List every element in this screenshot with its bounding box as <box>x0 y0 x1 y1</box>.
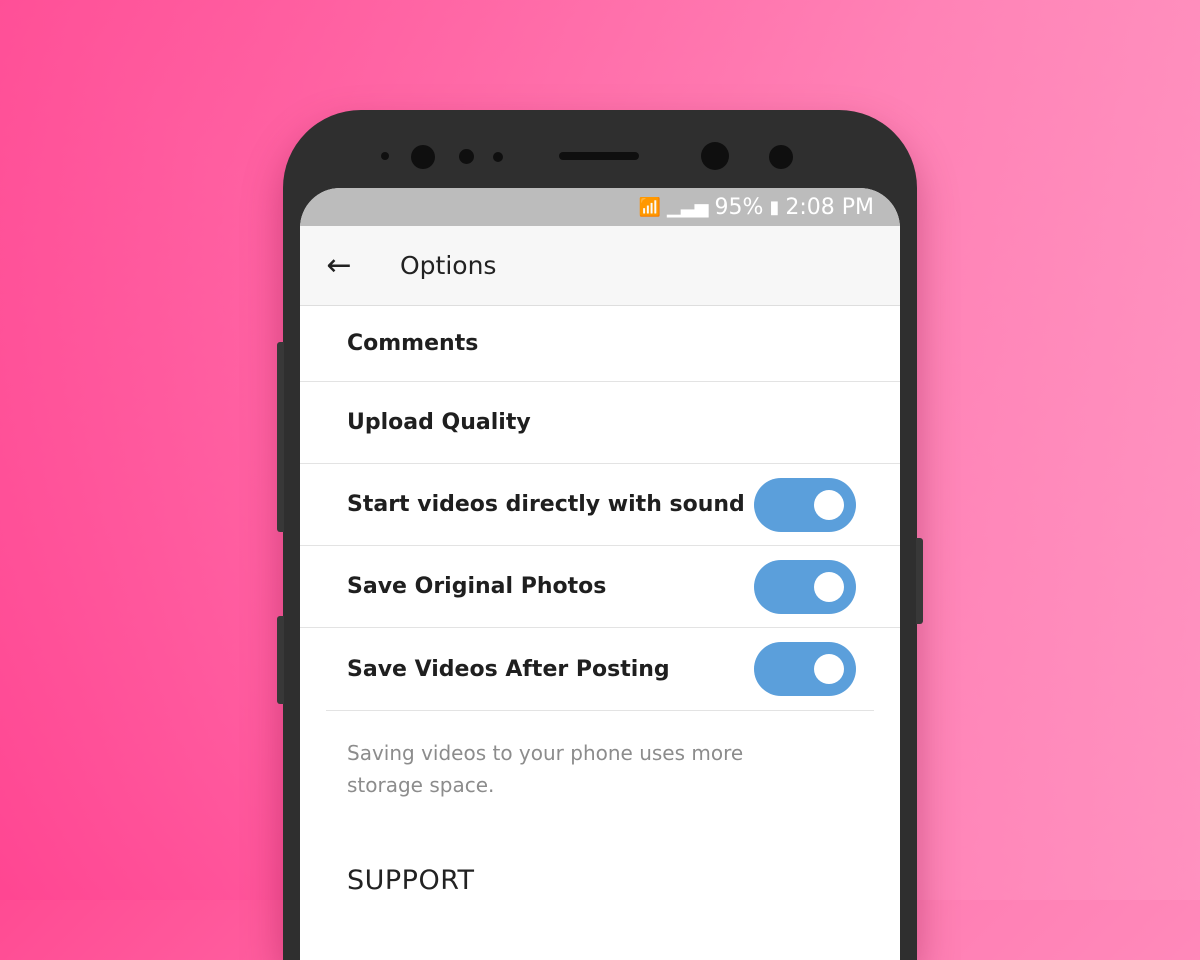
upload-quality-label: Upload Quality <box>347 410 531 435</box>
storage-note: Saving videos to your phone uses more st… <box>347 741 744 797</box>
wifi-icon: 📶 <box>638 196 661 218</box>
page-title: Options <box>400 251 497 280</box>
battery-icon: ▮ <box>769 196 780 218</box>
upload-quality-row[interactable]: Upload Quality <box>300 382 900 464</box>
support-section-header: SUPPORT <box>347 865 475 896</box>
sensor-dot <box>459 149 474 164</box>
save-videos-after-posting-row[interactable]: Save Videos After Posting <box>300 628 900 710</box>
iris-sensor <box>769 145 793 169</box>
bixby-button <box>277 616 284 704</box>
app-bar: ← Options <box>300 226 900 306</box>
volume-button <box>277 342 284 532</box>
save-original-photos-row[interactable]: Save Original Photos <box>300 546 900 628</box>
save-videos-after-posting-toggle[interactable] <box>754 642 856 696</box>
status-bar: 📶 ▁▃▅ 95% ▮ 2:08 PM <box>300 188 900 226</box>
signal-icon: ▁▃▅ <box>667 196 709 218</box>
comments-row[interactable]: Comments <box>300 306 900 382</box>
comments-label: Comments <box>347 331 479 356</box>
power-button <box>916 538 923 624</box>
sensor-dot <box>493 152 503 162</box>
back-arrow-icon[interactable]: ← <box>300 248 378 283</box>
save-videos-after-posting-label: Save Videos After Posting <box>347 656 670 682</box>
toggle-knob <box>814 571 844 602</box>
battery-percentage: 95% <box>714 194 764 220</box>
start-videos-sound-toggle[interactable] <box>754 477 856 532</box>
earpiece-speaker <box>559 152 639 160</box>
clock: 2:08 PM <box>785 194 874 220</box>
save-original-photos-toggle[interactable] <box>754 559 856 614</box>
start-videos-sound-row[interactable]: Start videos directly with sound <box>300 464 900 546</box>
toggle-knob <box>814 654 844 684</box>
save-original-photos-label: Save Original Photos <box>347 574 607 599</box>
start-videos-sound-label: Start videos directly with sound <box>347 492 745 517</box>
sensor-dot <box>381 152 389 160</box>
phone-frame: 📶 ▁▃▅ 95% ▮ 2:08 PM ← Options Comments U… <box>277 110 923 960</box>
iris-camera <box>701 142 729 170</box>
toggle-knob <box>814 489 844 520</box>
phone-screen: 📶 ▁▃▅ 95% ▮ 2:08 PM ← Options Comments U… <box>300 188 900 960</box>
front-camera <box>411 145 435 169</box>
